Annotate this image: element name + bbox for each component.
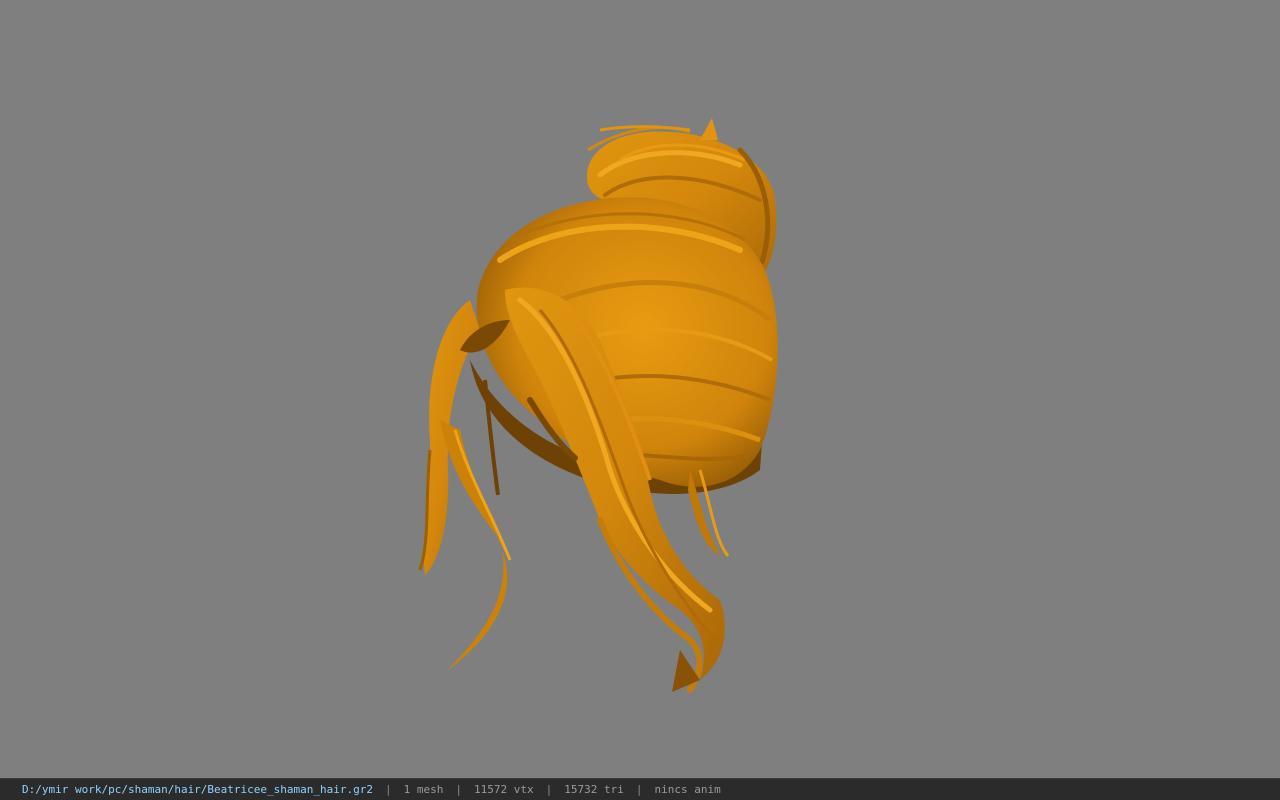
animation-status-label: nincs anim <box>654 783 721 796</box>
file-path-label: D:/ymir work/pc/shaman/hair/Beatricee_sh… <box>22 783 373 796</box>
3d-viewport[interactable] <box>0 0 1280 778</box>
status-separator: | <box>545 783 553 796</box>
triangle-count-label: 15732 tri <box>564 783 624 796</box>
mesh-count-label: 1 mesh <box>403 783 444 796</box>
status-bar: D:/ymir work/pc/shaman/hair/Beatricee_sh… <box>0 778 1280 800</box>
status-separator: | <box>635 783 643 796</box>
vertex-count-label: 11572 vtx <box>474 783 534 796</box>
status-separator: | <box>455 783 462 796</box>
hair-model-render <box>418 118 778 693</box>
status-separator: | <box>385 783 392 796</box>
